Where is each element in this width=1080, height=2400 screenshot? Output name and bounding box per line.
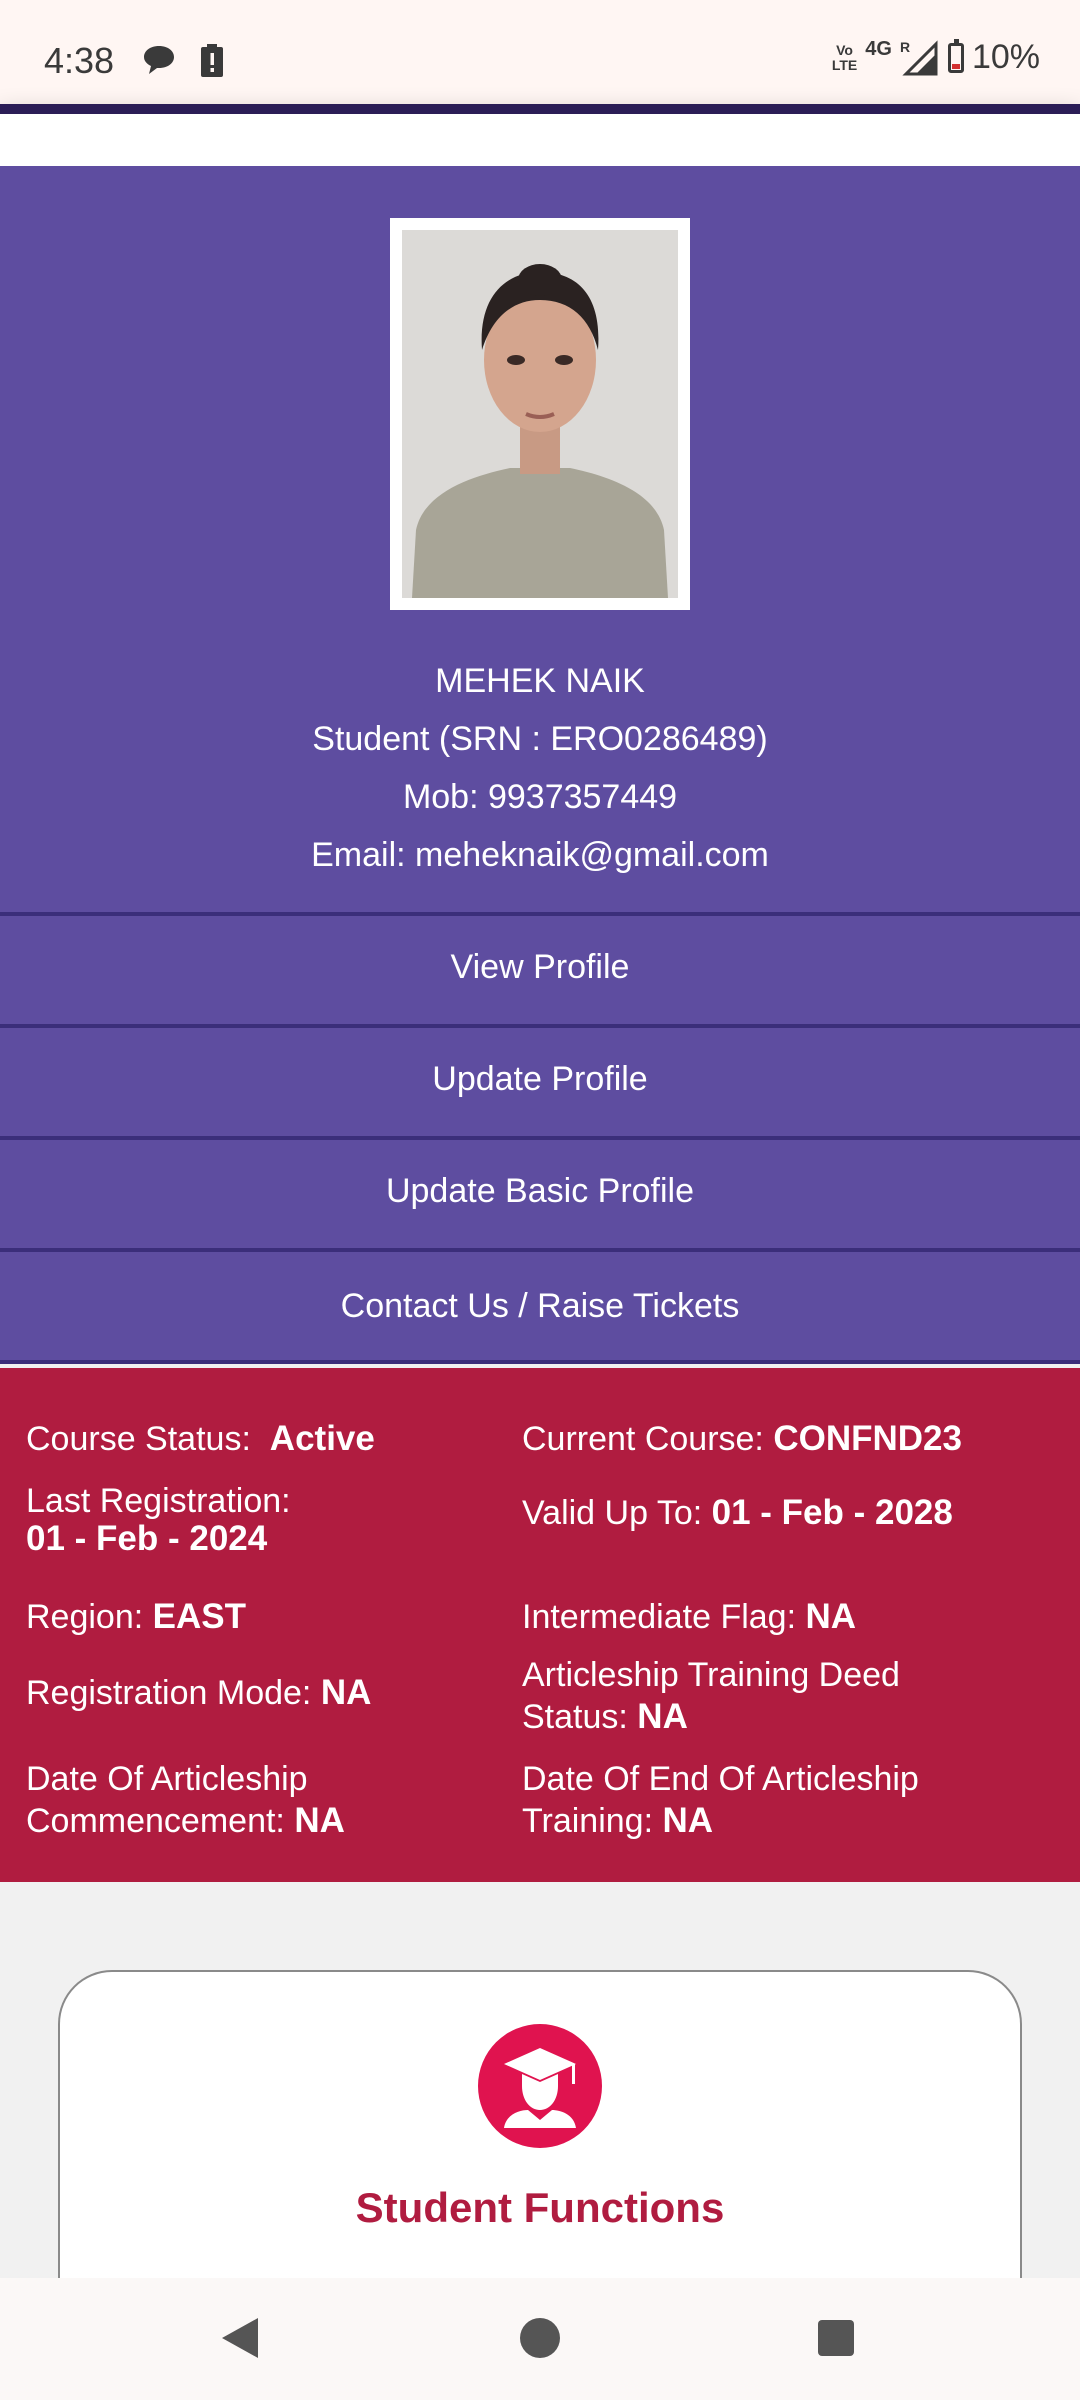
last-registration: Last Registration: 01 - Feb - 2024 (26, 1482, 291, 1558)
student-functions-card[interactable]: Student Functions (58, 1970, 1022, 2330)
volte-indicator: Vo LTE (831, 41, 858, 73)
course-status: Course Status: Active (26, 1419, 375, 1458)
battery-level: 10% (971, 38, 1040, 76)
deed-status-value: NA (637, 1697, 688, 1736)
avatar (402, 230, 678, 598)
roaming-indicator: R (900, 40, 910, 55)
registration-mode-value: NA (320, 1673, 372, 1712)
profile-role-srn: Student (SRN : ERO0286489) (312, 720, 768, 758)
update-basic-profile-button[interactable]: Update Basic Profile (0, 1136, 1080, 1242)
registration-mode: Registration Mode: NA (26, 1673, 372, 1712)
battery-icon (947, 38, 964, 73)
intermediate-flag: Intermediate Flag: NA (522, 1597, 857, 1636)
profile-photo-frame (390, 218, 690, 610)
intermediate-flag-value: NA (805, 1597, 857, 1636)
region-value: EAST (152, 1597, 247, 1636)
status-indicators: Vo LTE 4G R 10% (832, 38, 1040, 77)
navigation-bar (0, 2278, 1080, 2400)
view-profile-button[interactable]: View Profile (0, 912, 1080, 1018)
valid-up-to: Valid Up To: 01 - Feb - 2028 (522, 1493, 953, 1532)
alert-icon (201, 44, 223, 77)
home-icon[interactable] (520, 2318, 560, 2358)
network-type: 4G (865, 38, 892, 60)
back-icon[interactable] (222, 2318, 258, 2358)
commencement-value: NA (294, 1801, 345, 1840)
signal-icon: R (900, 40, 938, 75)
profile-photo (402, 230, 678, 598)
profile-name: MEHEK NAIK (435, 662, 645, 700)
articleship-end: Date Of End Of Articleship Training: NA (522, 1760, 919, 1840)
course-details: Course Status: Active Current Course: CO… (0, 1368, 1080, 1882)
region: Region: EAST (26, 1597, 247, 1636)
status-time: 4:38 (44, 40, 115, 81)
message-icon (144, 46, 174, 74)
profile-mobile: Mob: 9937357449 (402, 778, 678, 816)
header-gap (0, 114, 1080, 166)
card-title: Student Functions (355, 2184, 725, 2231)
end-date-value: NA (662, 1801, 714, 1840)
articleship-commencement: Date Of Articleship Commencement: NA (26, 1760, 345, 1840)
contact-us-button[interactable]: Contact Us / Raise Tickets (0, 1248, 1080, 1364)
profile-email: Email: meheknaik@gmail.com (311, 836, 769, 874)
deed-status: Articleship Training Deed Status: NA (522, 1656, 900, 1736)
current-course: Current Course: CONFND23 (522, 1419, 962, 1458)
status-bar: 4:38 Vo LTE 4G R 10% (0, 0, 1080, 104)
profile-section: MEHEK NAIK Student (SRN : ERO0286489) Mo… (0, 166, 1080, 1364)
recents-icon[interactable] (818, 2320, 854, 2356)
course-status-value: Active (269, 1419, 375, 1458)
graduate-icon (478, 2024, 602, 2148)
current-course-value: CONFND23 (773, 1419, 962, 1458)
last-registration-value: 01 - Feb - 2024 (26, 1519, 268, 1558)
valid-up-to-value: 01 - Feb - 2028 (711, 1493, 953, 1532)
app-bar-edge (0, 104, 1080, 114)
update-profile-button[interactable]: Update Profile (0, 1024, 1080, 1130)
